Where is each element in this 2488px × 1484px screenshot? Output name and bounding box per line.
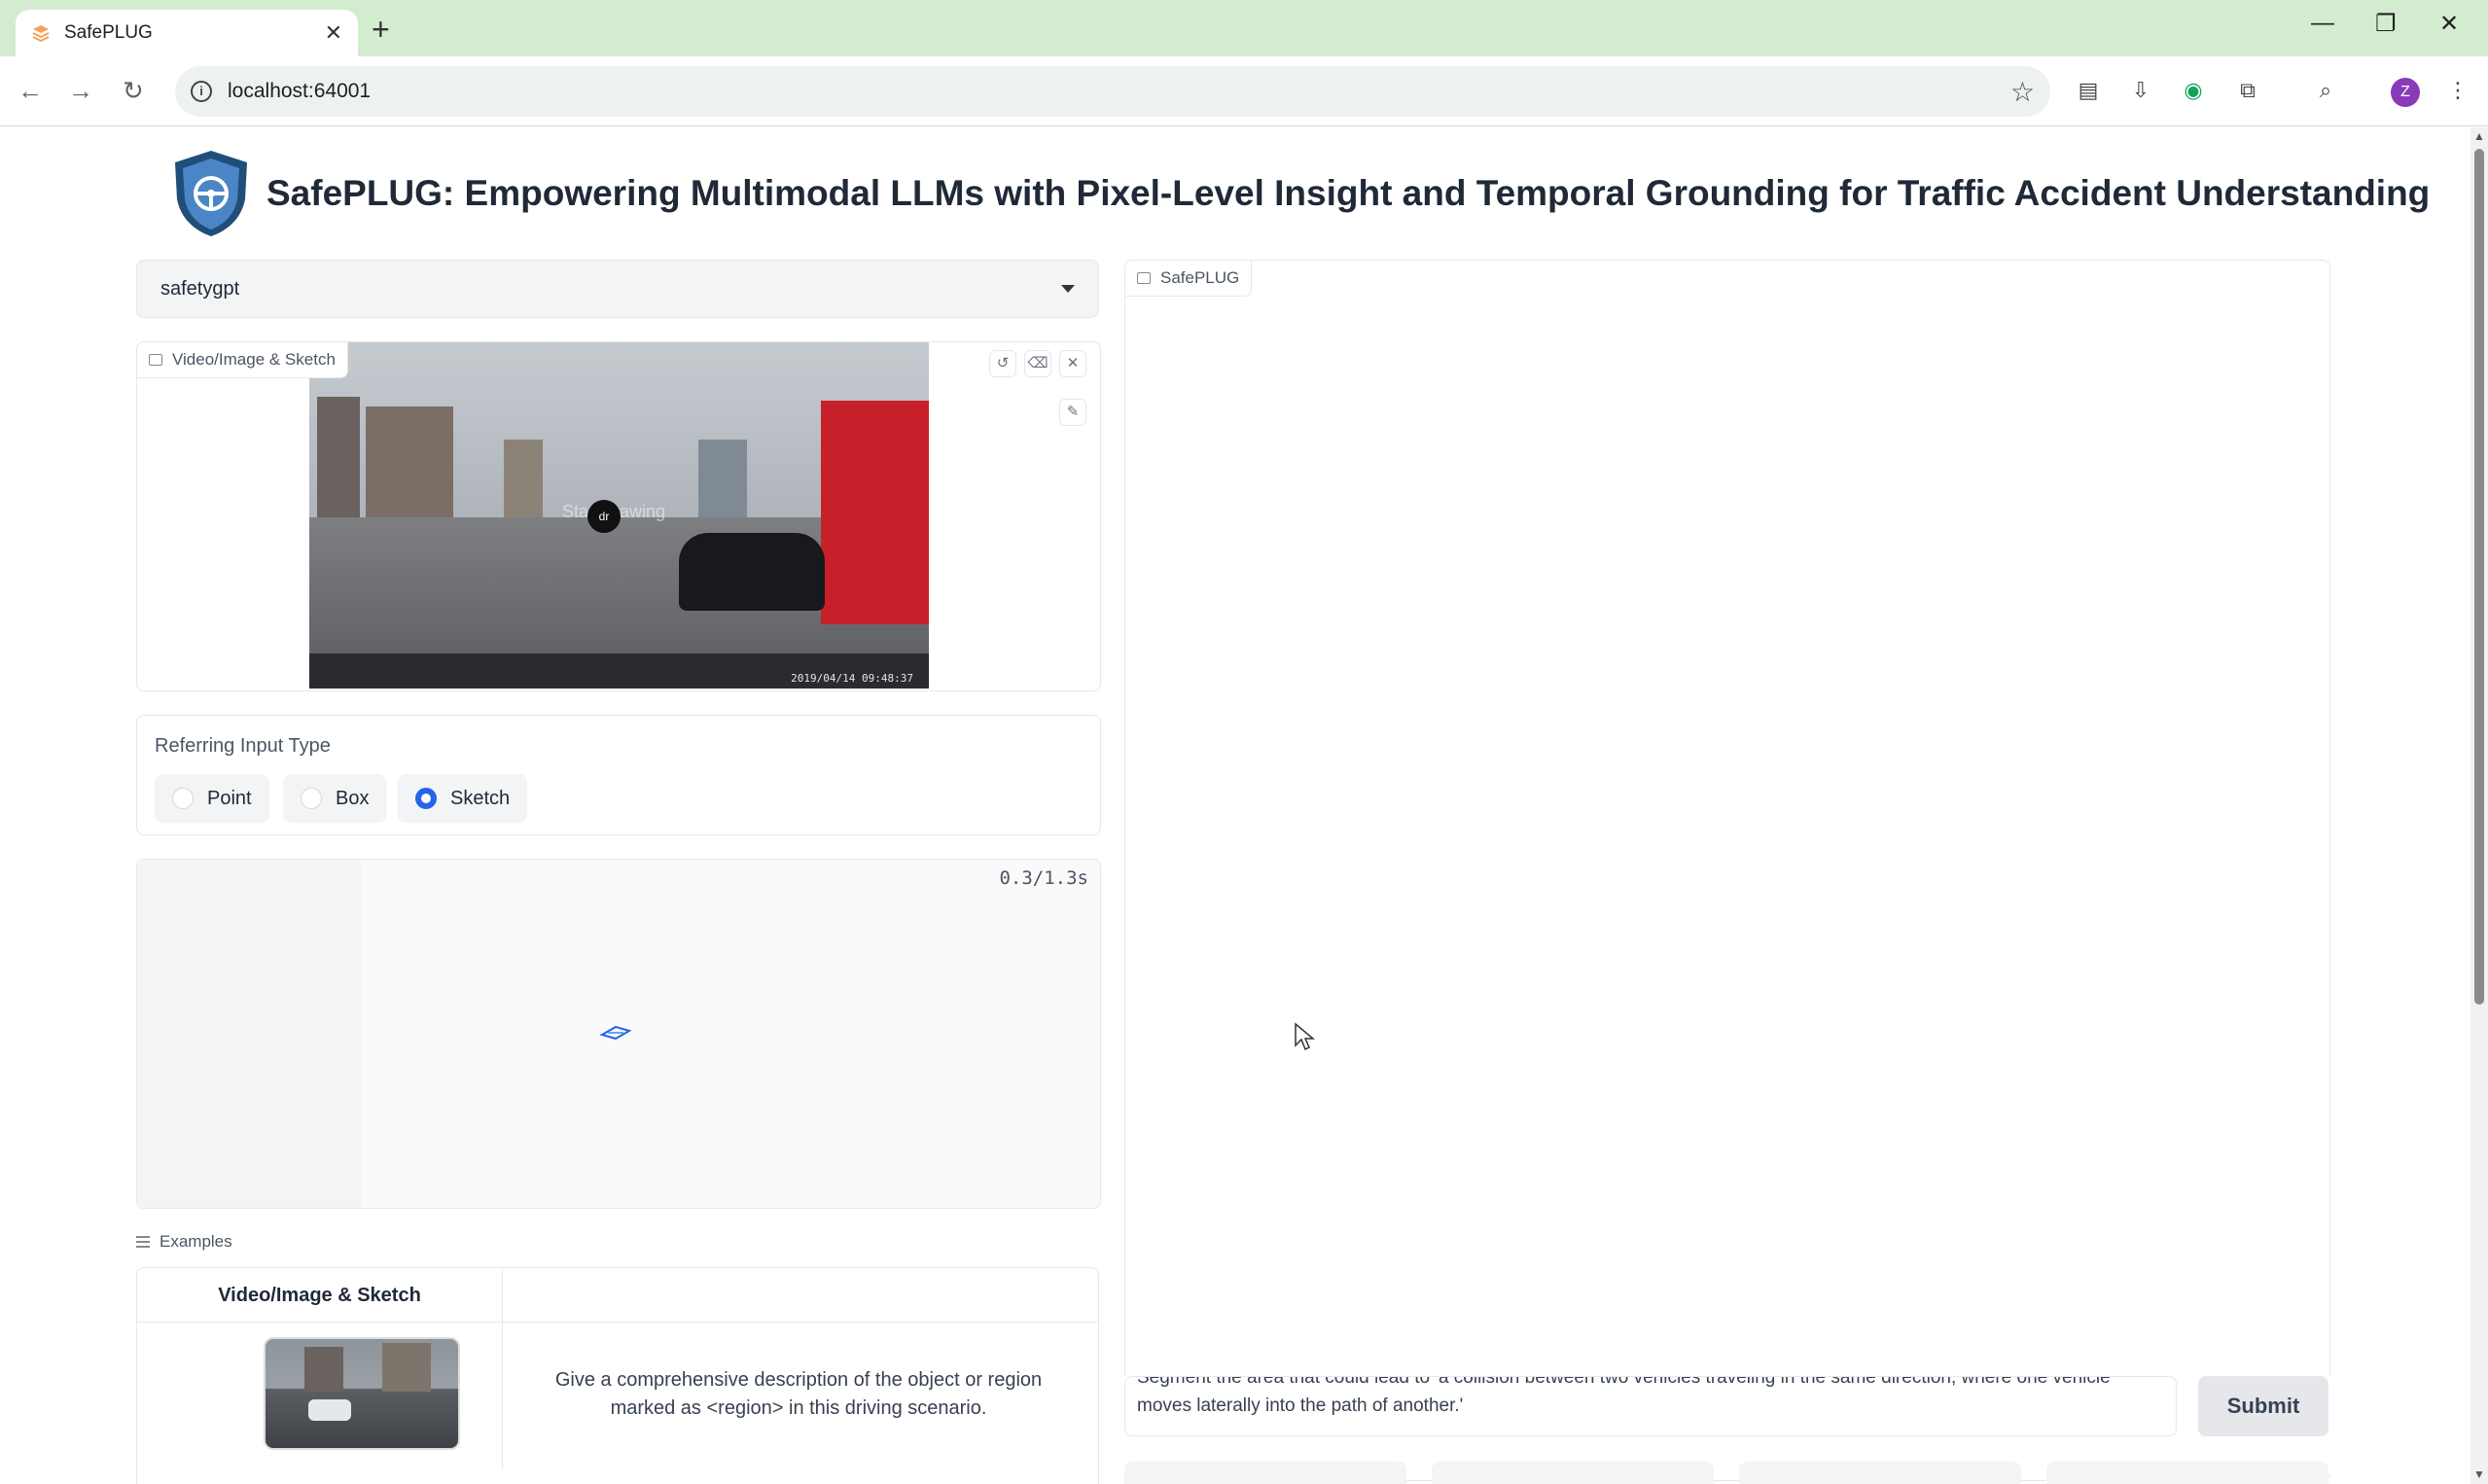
radio-sketch-label: Sketch (450, 787, 511, 809)
referring-input-type: Referring Input Type Point Box Sketch (136, 715, 1101, 835)
reload-icon[interactable]: ↻ (123, 76, 144, 106)
radio-box[interactable]: Box (283, 774, 387, 823)
examples-column-header: Video/Image & Sketch (137, 1268, 503, 1323)
browser-tabstrip: SafePLUG ✕ + — ❐ ✕ (0, 0, 2488, 56)
examples-table: Video/Image & Sketch Give a comprehensiv… (136, 1267, 1099, 1484)
site-info-icon[interactable]: i (191, 81, 212, 102)
radio-circle-icon[interactable] (172, 788, 194, 809)
tab-close-icon[interactable]: ✕ (325, 20, 342, 46)
action-button[interactable] (2046, 1462, 2328, 1484)
image-sketch-panel: Start drawing dr 2019/04/14 09:48:37 Vid… (136, 341, 1101, 691)
profile-avatar[interactable]: Z (2391, 78, 2420, 107)
video-output-panel: 0.3/1.3s (136, 859, 1101, 1209)
browser-toolbar: ← → ↻ i localhost:64001 ☆ ▤ ⇩ ◉ ⧉ ⌕ Z ⋮ (0, 56, 2488, 126)
chatbot-label-text: SafePLUG (1160, 268, 1240, 287)
scene-building (366, 406, 453, 523)
eraser-icon[interactable]: ⌫ (1024, 350, 1051, 377)
radio-sketch[interactable]: Sketch (398, 774, 528, 823)
video-placeholder (137, 860, 361, 1208)
image-timestamp: 2019/04/14 09:48:37 (791, 672, 913, 685)
radio-selected-icon[interactable] (415, 788, 437, 809)
restore-icon[interactable]: ❐ (2375, 10, 2397, 38)
chevron-down-icon[interactable] (1061, 285, 1075, 293)
undo-icon[interactable]: ↺ (989, 350, 1016, 377)
tab-search-icon[interactable]: ⌕ (2311, 76, 2340, 105)
model-select[interactable]: safetygpt (136, 260, 1099, 318)
radio-point[interactable]: Point (155, 774, 269, 823)
mouse-pointer-icon (1295, 1022, 1316, 1051)
scene-red-truck (821, 401, 929, 624)
list-icon (136, 1236, 150, 1248)
chat-bubble-icon (1137, 272, 1151, 284)
back-icon[interactable]: ← (18, 76, 43, 106)
download-extension-icon[interactable]: ⇩ (2126, 76, 2155, 105)
image-panel-label: Video/Image & Sketch (137, 342, 348, 378)
scroll-up-icon[interactable]: ▲ (2473, 129, 2485, 143)
radio-point-label: Point (207, 787, 252, 809)
extensions-puzzle-icon[interactable]: ⧉ (2233, 76, 2262, 105)
scene-building (698, 440, 747, 527)
example-prompt-text[interactable]: Give a comprehensive description of the … (526, 1366, 1071, 1423)
address-bar[interactable]: i localhost:64001 ☆ (175, 66, 2050, 117)
examples-label: Examples (136, 1232, 232, 1252)
example-thumbnail-cell[interactable] (137, 1324, 503, 1469)
shield-logo-icon (175, 151, 247, 236)
chatbot-panel: SafePLUG (1124, 260, 2330, 1481)
chat-input-row: Segment the area that could lead to 'a c… (1124, 1376, 2330, 1473)
menu-kebab-icon[interactable]: ⋮ (2443, 76, 2472, 105)
radio-circle-icon[interactable] (301, 788, 322, 809)
scene-building (317, 397, 360, 523)
grammarly-extension-icon[interactable]: ◉ (2179, 76, 2208, 105)
examples-label-text: Examples (160, 1232, 232, 1251)
action-button[interactable] (1739, 1462, 2021, 1484)
doc-extension-icon[interactable]: ▤ (2074, 76, 2103, 105)
scene-black-car (679, 533, 825, 611)
model-select-value: safetygpt (160, 277, 240, 300)
brush-icon[interactable]: ✎ (1059, 399, 1086, 426)
progress-timer: 0.3/1.3s (999, 867, 1088, 889)
scroll-down-icon[interactable]: ▼ (2473, 1467, 2485, 1481)
window-close-icon[interactable]: ✕ (2439, 10, 2459, 38)
page-title: SafePLUG: Empowering Multimodal LLMs wit… (267, 173, 2431, 213)
image-panel-label-text: Video/Image & Sketch (172, 350, 336, 369)
sketch-canvas[interactable]: Start drawing dr 2019/04/14 09:48:37 (309, 342, 929, 689)
forward-icon[interactable]: → (68, 76, 93, 106)
bookmark-star-icon[interactable]: ☆ (2010, 76, 2035, 108)
new-tab-icon[interactable]: + (372, 12, 390, 48)
page-scrollbar[interactable]: ▲ ▼ (2470, 127, 2488, 1484)
chat-input[interactable]: Segment the area that could lead to 'a c… (1124, 1376, 2177, 1436)
example-thumbnail[interactable] (264, 1337, 460, 1450)
image-icon (149, 354, 162, 366)
example-row[interactable]: Give a comprehensive description of the … (137, 1324, 1098, 1469)
draw-cursor-icon: dr (587, 500, 621, 533)
action-button[interactable] (1124, 1462, 1406, 1484)
app-header: SafePLUG: Empowering Multimodal LLMs wit… (171, 149, 2430, 238)
app-page: SafePLUG: Empowering Multimodal LLMs wit… (0, 127, 2470, 1484)
action-button[interactable] (1432, 1462, 1714, 1484)
safeplug-favicon-icon (32, 25, 50, 43)
submit-button[interactable]: Submit (2198, 1376, 2328, 1436)
tab-title: SafePLUG (64, 22, 153, 43)
referring-input-label: Referring Input Type (155, 735, 331, 757)
loading-spinner-icon (600, 1025, 631, 1041)
examples-header: Video/Image & Sketch (137, 1268, 1098, 1323)
browser-tab[interactable]: SafePLUG ✕ (16, 10, 358, 56)
chatbot-label: SafePLUG (1125, 261, 1253, 297)
minimize-icon[interactable]: — (2311, 10, 2334, 37)
address-url[interactable]: localhost:64001 (228, 80, 2010, 103)
scrollbar-thumb[interactable] (2474, 149, 2484, 1005)
scene-building (504, 440, 543, 517)
radio-box-label: Box (336, 787, 370, 809)
chat-input-text[interactable]: Segment the area that could lead to 'a c… (1137, 1377, 2164, 1420)
clear-close-icon[interactable]: ✕ (1059, 350, 1086, 377)
